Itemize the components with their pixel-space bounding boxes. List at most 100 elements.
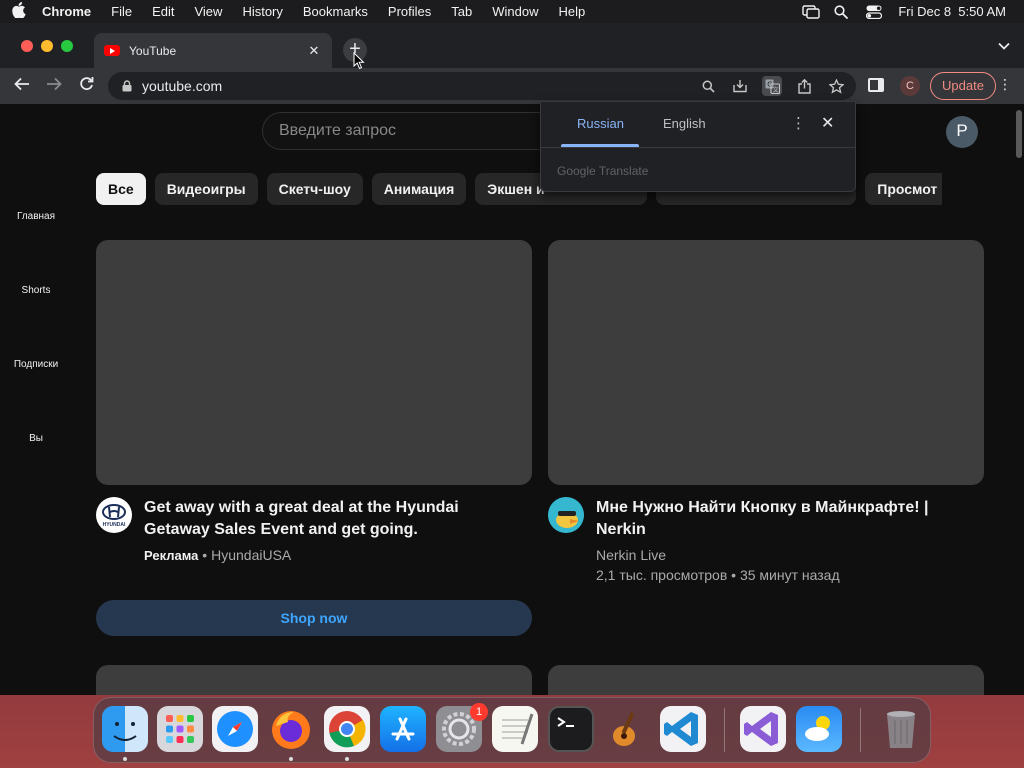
nerkin-channel-avatar[interactable] <box>548 497 584 533</box>
youtube-account-avatar[interactable]: P <box>946 116 978 148</box>
sidebar-item-you[interactable]: Вы <box>0 433 72 444</box>
screen-mirroring-icon[interactable] <box>802 4 821 19</box>
translate-tab-source-language[interactable]: Russian <box>577 116 624 131</box>
ad-label: Реклама <box>144 548 199 563</box>
window-maximize-button[interactable] <box>61 40 73 52</box>
textedit-icon[interactable] <box>492 706 538 752</box>
finder-running-indicator <box>123 757 127 761</box>
share-icon[interactable] <box>794 76 814 96</box>
youtube-page: Главная Shorts Подписки Вы Введите запро… <box>0 104 1024 695</box>
next-row-thumbnail-right[interactable] <box>548 665 984 695</box>
translate-options-icon[interactable]: ⋮ <box>791 114 806 132</box>
window-close-button[interactable] <box>21 40 33 52</box>
window-minimize-button[interactable] <box>41 40 53 52</box>
lock-icon[interactable] <box>122 80 132 92</box>
chrome-window: YouTube ✕ + youtube.com G 文 C Update ⋮ Г… <box>0 23 1024 695</box>
terminal-icon[interactable] <box>548 706 594 752</box>
firefox-icon[interactable] <box>268 706 314 752</box>
url-text[interactable]: youtube.com <box>142 78 698 94</box>
sidebar-item-shorts[interactable]: Shorts <box>0 285 72 296</box>
video-channel-name[interactable]: Nerkin Live <box>596 547 666 563</box>
weather-icon[interactable] <box>796 706 842 752</box>
dock-separator <box>724 708 725 752</box>
chrome-icon[interactable] <box>324 706 370 752</box>
address-bar[interactable]: youtube.com G文 <box>108 72 856 100</box>
system-settings-badge: 1 <box>470 703 488 721</box>
forward-button[interactable] <box>38 76 70 96</box>
trash-icon[interactable] <box>878 706 924 752</box>
search-icon[interactable] <box>698 76 718 96</box>
chrome-running-indicator <box>345 757 349 761</box>
garageband-icon[interactable] <box>604 706 650 752</box>
update-button[interactable]: Update <box>930 72 996 100</box>
translate-tab-target-language[interactable]: English <box>663 116 706 131</box>
chrome-menu-icon[interactable]: ⋮ <box>998 76 1012 93</box>
hyundai-logo-text: HYUNDAI <box>103 522 126 528</box>
translate-popup: Russian English ⋮ ✕ Google Translate <box>540 101 856 192</box>
menu-app-name[interactable]: Chrome <box>38 4 101 19</box>
profile-avatar-button[interactable]: C <box>900 76 920 96</box>
translate-icon[interactable]: G文 <box>762 76 782 96</box>
page-scrollbar[interactable] <box>1016 110 1022 158</box>
chip-sketch-comedy[interactable]: Скетч-шоу <box>266 173 363 205</box>
ad-channel-name[interactable]: HyundaiUSA <box>211 547 291 563</box>
chip-video-games[interactable]: Видеоигры <box>154 173 258 205</box>
shop-now-button[interactable]: Shop now <box>96 600 532 636</box>
menu-profiles[interactable]: Profiles <box>378 4 441 19</box>
tab-strip: YouTube ✕ + <box>0 23 1024 68</box>
install-app-icon[interactable] <box>730 76 750 96</box>
ad-title[interactable]: Get away with a great deal at the Hyunda… <box>144 497 524 541</box>
menubar-clock[interactable]: Fri Dec 8 5:50 AM <box>898 4 1006 19</box>
window-controls <box>21 40 73 52</box>
translate-language-tabs: Russian English ⋮ ✕ <box>541 102 855 148</box>
tab-youtube[interactable]: YouTube ✕ <box>94 33 332 68</box>
reload-button[interactable] <box>70 76 102 96</box>
firefox-running-indicator <box>289 757 293 761</box>
back-button[interactable] <box>6 76 38 96</box>
svg-text:文: 文 <box>772 85 778 93</box>
finder-icon[interactable] <box>102 706 148 752</box>
video-stats: 2,1 тыс. просмотров • 35 минут назад <box>596 567 840 583</box>
tab-search-chevron-icon[interactable] <box>998 39 1010 53</box>
menu-history[interactable]: History <box>232 4 292 19</box>
spotlight-search-icon[interactable] <box>834 4 850 19</box>
sidebar-item-subscriptions[interactable]: Подписки <box>0 359 72 370</box>
menu-bar: Chrome File Edit View History Bookmarks … <box>0 0 1024 23</box>
side-panel-icon[interactable] <box>868 78 884 92</box>
launchpad-icon[interactable] <box>157 706 203 752</box>
hyundai-logo[interactable]: HYUNDAI <box>96 497 132 533</box>
apple-icon[interactable] <box>0 1 38 22</box>
video-title[interactable]: Мне Нужно Найти Кнопку в Майнкрафте! | N… <box>596 497 976 541</box>
meta-separator: • <box>202 547 212 563</box>
youtube-favicon-icon <box>104 45 120 56</box>
sidebar-item-home[interactable]: Главная <box>0 211 72 222</box>
menu-tab[interactable]: Tab <box>441 4 482 19</box>
tab-close-icon[interactable]: ✕ <box>306 43 322 59</box>
visual-studio-icon[interactable] <box>740 706 786 752</box>
control-center-icon[interactable] <box>866 5 883 19</box>
safari-icon[interactable] <box>212 706 258 752</box>
macos-dock: 1 <box>93 697 931 763</box>
menu-view[interactable]: View <box>184 4 232 19</box>
menu-edit[interactable]: Edit <box>142 4 184 19</box>
youtube-search-input[interactable]: Введите запрос <box>262 112 552 150</box>
menu-bookmarks[interactable]: Bookmarks <box>293 4 378 19</box>
bookmark-star-icon[interactable] <box>826 76 846 96</box>
chip-viewed[interactable]: Просмот <box>865 173 942 205</box>
translate-close-icon[interactable]: ✕ <box>821 113 834 133</box>
menu-file[interactable]: File <box>101 4 142 19</box>
chip-animation[interactable]: Анимация <box>371 173 467 205</box>
menu-window[interactable]: Window <box>482 4 548 19</box>
ad-meta: Реклама • HyundaiUSA <box>144 547 291 563</box>
vscode-icon[interactable] <box>660 706 706 752</box>
ad-thumbnail[interactable] <box>96 240 532 485</box>
menu-help[interactable]: Help <box>549 4 596 19</box>
active-tab-indicator <box>561 144 639 147</box>
next-row-thumbnail-left[interactable] <box>96 665 532 695</box>
dock-separator-2 <box>860 708 861 752</box>
chip-all[interactable]: Все <box>96 173 146 205</box>
app-store-icon[interactable] <box>380 706 426 752</box>
google-translate-brand: Google Translate <box>557 164 649 178</box>
tab-title: YouTube <box>129 43 177 58</box>
video-thumbnail[interactable] <box>548 240 984 485</box>
